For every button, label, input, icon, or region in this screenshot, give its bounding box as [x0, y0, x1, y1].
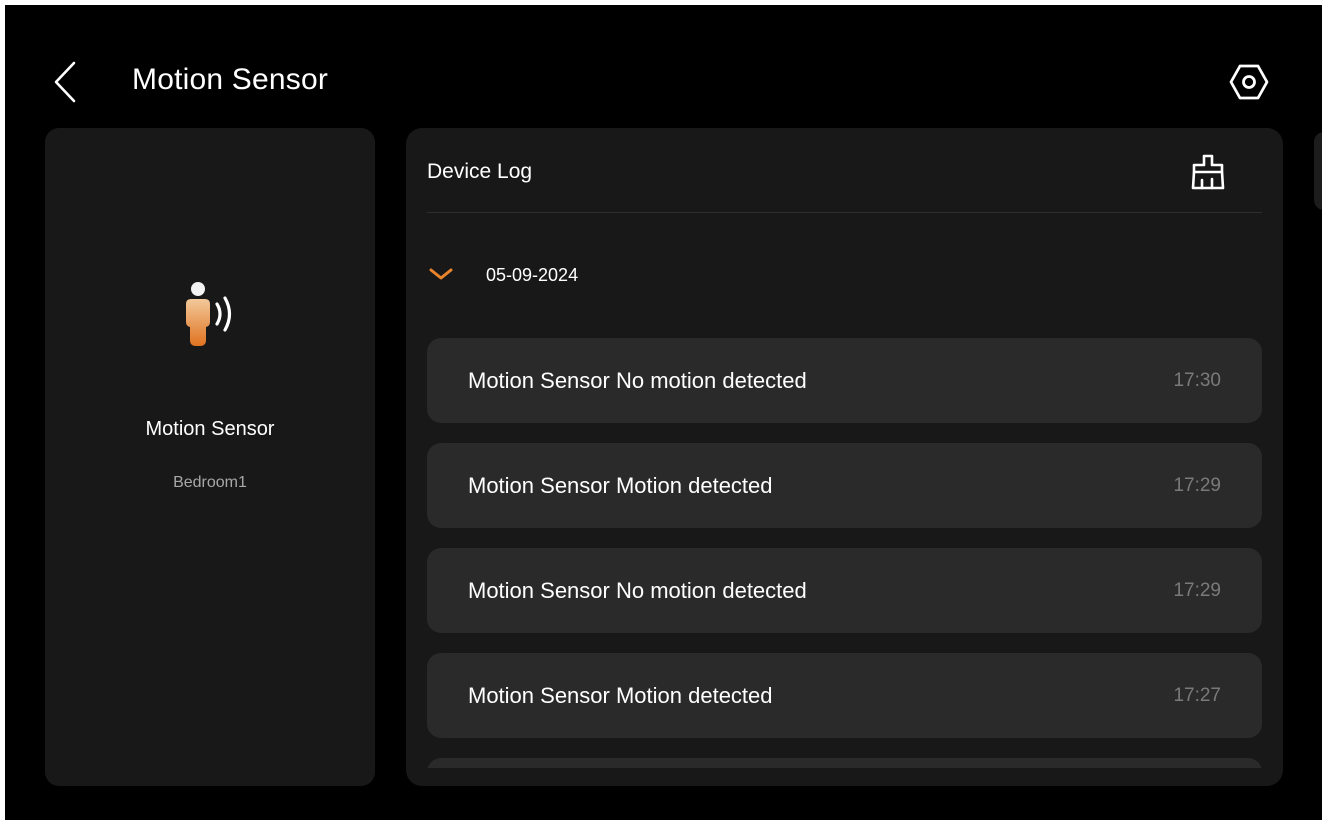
log-message: Motion Sensor Motion detected: [468, 683, 773, 708]
brush-clean-icon: [1191, 154, 1225, 190]
log-date: 05-09-2024: [486, 264, 579, 285]
chevron-down-icon: [424, 260, 458, 290]
motion-sensor-person-icon: [186, 282, 232, 346]
log-item[interactable]: Motion Sensor Motion detected 17:29: [427, 443, 1262, 528]
device-log-panel: Device Log 05-09-2024 Motion Sensor No m…: [406, 128, 1283, 786]
date-group-toggle[interactable]: 05-09-2024: [424, 258, 724, 292]
log-time: 17:29: [1173, 580, 1221, 601]
device-name: Motion Sensor: [145, 418, 275, 440]
side-panel-handle[interactable]: [1314, 132, 1322, 210]
chevron-left-icon: [54, 61, 76, 103]
log-message: Motion Sensor Motion detected: [468, 473, 773, 498]
log-item[interactable]: Motion Sensor Motion detected 17:27: [427, 653, 1262, 738]
back-button[interactable]: [43, 57, 87, 107]
screen: Motion Sensor Motion Sensor Bedroom1 Dev…: [5, 5, 1322, 820]
clear-log-button[interactable]: [1186, 150, 1230, 194]
log-item[interactable]: [427, 758, 1262, 768]
page-title: Motion Sensor: [132, 63, 329, 96]
settings-button[interactable]: [1226, 59, 1272, 105]
log-message: Motion Sensor No motion detected: [468, 578, 807, 603]
log-message: Motion Sensor No motion detected: [468, 368, 807, 393]
log-time: 17:30: [1173, 370, 1221, 391]
log-divider: [427, 212, 1262, 213]
device-log-title: Device Log: [427, 160, 533, 183]
device-card: Motion Sensor Bedroom1: [45, 128, 375, 786]
log-item[interactable]: Motion Sensor No motion detected 17:29: [427, 548, 1262, 633]
log-time: 17:27: [1173, 685, 1221, 706]
device-room: Bedroom1: [173, 474, 247, 491]
log-item[interactable]: Motion Sensor No motion detected 17:30: [427, 338, 1262, 423]
log-list: Motion Sensor No motion detected 17:30 M…: [427, 338, 1262, 768]
log-time: 17:29: [1173, 475, 1221, 496]
settings-hexagon-icon: [1229, 64, 1269, 100]
